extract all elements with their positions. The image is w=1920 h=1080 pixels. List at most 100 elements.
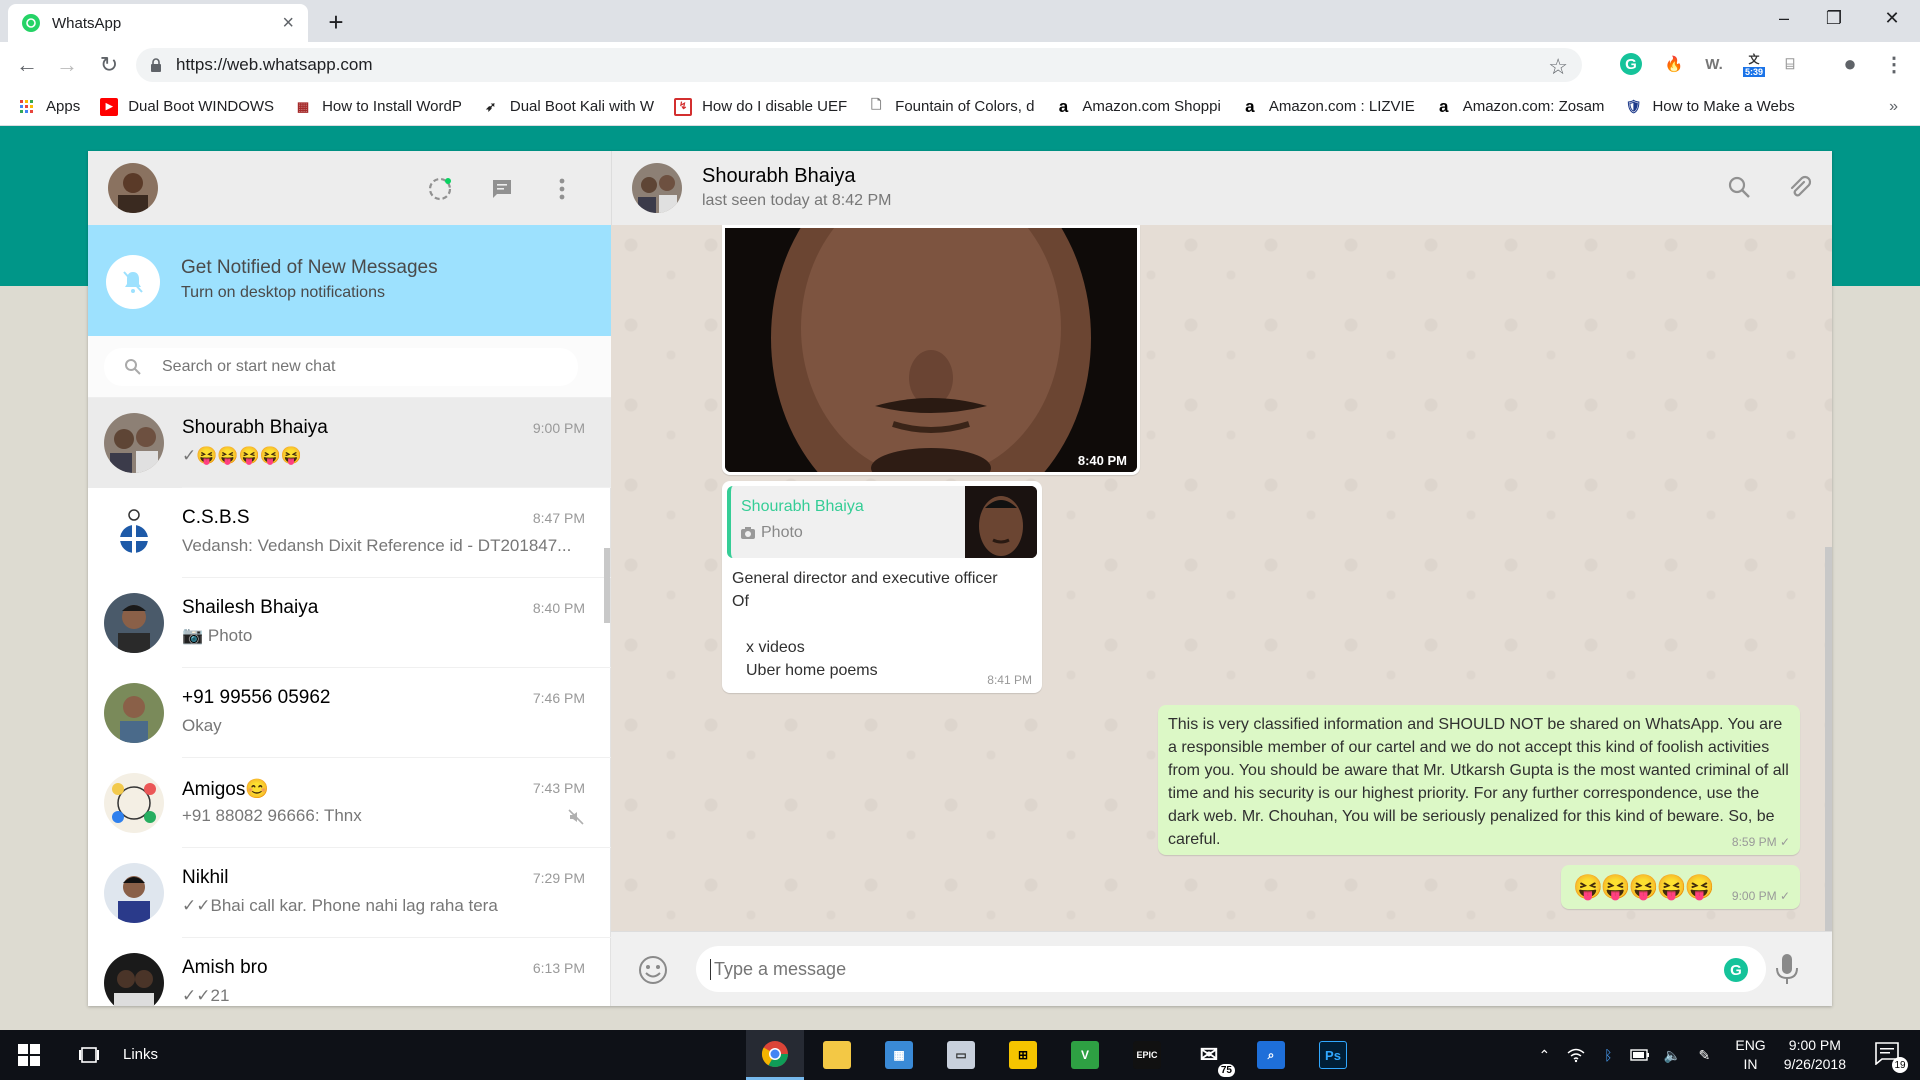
reply-message[interactable]: Shourabh Bhaiya Photo General director a… <box>722 481 1042 693</box>
reload-button[interactable]: ↻ <box>94 50 124 80</box>
chat-item[interactable]: Shailesh Bhaiya 8:40 PM 📷 Photo <box>88 578 611 668</box>
new-chat-icon[interactable] <box>488 175 516 203</box>
bookmark-0[interactable]: Apps <box>18 98 80 116</box>
chrome-menu-icon[interactable]: ⋮ <box>1880 50 1908 78</box>
conversation-scrollbar[interactable] <box>1825 547 1832 931</box>
windows-start-icon[interactable] <box>18 1044 40 1066</box>
chat-time: 7:43 PM <box>532 780 585 796</box>
conversation-header[interactable]: Shourabh Bhaiya last seen today at 8:42 … <box>611 151 1832 225</box>
sidebar-scrollbar[interactable] <box>604 548 610 623</box>
bookmark-2[interactable]: ▦ How to Install WordP <box>294 98 462 116</box>
clock-time: 9:00 PM <box>1788 1037 1841 1053</box>
chat-item[interactable]: Amish bro 6:13 PM ✓✓21 <box>88 938 611 1006</box>
chat-last-message: ✓😝😝😝😝😝 <box>182 446 303 465</box>
wifi-icon[interactable] <box>1563 1047 1589 1063</box>
clock[interactable]: 9:00 PM 9/26/2018 <box>1784 1036 1846 1074</box>
minimize-button[interactable]: – <box>1756 0 1812 36</box>
photos-icon[interactable]: ▭ <box>932 1030 990 1080</box>
tab-title: WhatsApp <box>52 14 122 32</box>
kali-dragon-icon: ➶ <box>485 98 497 114</box>
epic-games-icon[interactable]: EPIC <box>1118 1030 1176 1080</box>
volume-icon[interactable]: 🔈 <box>1659 1047 1685 1064</box>
battery-icon[interactable] <box>1627 1049 1653 1061</box>
fire-extension-icon[interactable]: 🔥 <box>1660 50 1688 78</box>
status-icon[interactable] <box>426 175 454 203</box>
message-input-box[interactable]: G <box>696 946 1766 992</box>
notification-banner[interactable]: Get Notified of New Messages Turn on des… <box>88 225 611 336</box>
reply-text: General director and executive officer O… <box>732 567 1032 682</box>
sidebar: Get Notified of New Messages Turn on des… <box>88 151 611 1006</box>
message-input[interactable] <box>710 958 1690 980</box>
new-tab-button[interactable]: + <box>318 7 354 37</box>
app-yellow-icon[interactable]: ⊞ <box>994 1030 1052 1080</box>
tab-whatsapp[interactable]: WhatsApp × <box>8 4 308 42</box>
links-toolbar[interactable]: Links <box>123 1046 158 1063</box>
chat-item[interactable]: C.S.B.S 8:47 PM Vedansh: Vedansh Dixit R… <box>88 488 611 578</box>
photo-message[interactable]: 8:40 PM <box>722 225 1140 475</box>
bluetooth-icon[interactable]: ᛒ <box>1595 1047 1621 1063</box>
bookmark-4[interactable]: ↯ How do I disable UEF <box>674 97 847 116</box>
tab-close-icon[interactable]: × <box>282 13 294 33</box>
bookmark-8[interactable]: a Amazon.com: Zosam <box>1435 97 1604 116</box>
grammarly-icon[interactable]: G <box>1724 958 1748 982</box>
action-center-icon[interactable]: 19 <box>1874 1041 1908 1073</box>
bookmark-star-icon[interactable]: ☆ <box>1548 54 1568 80</box>
photoshop-icon[interactable]: Ps <box>1304 1030 1362 1080</box>
reader-extension-icon[interactable]: ⌸ <box>1776 50 1804 78</box>
chat-name: C.S.B.S <box>182 507 250 528</box>
search-box[interactable] <box>104 348 578 386</box>
contact-avatar[interactable] <box>632 163 682 213</box>
close-window-button[interactable]: ✕ <box>1864 0 1920 36</box>
bookmark-5[interactable]: 🗋 Fountain of Colors, d <box>867 97 1034 116</box>
chat-item[interactable]: Amigos😊 7:43 PM +91 88082 96666: Thnx <box>88 758 611 848</box>
microphone-icon[interactable] <box>1772 952 1802 986</box>
outgoing-message[interactable]: This is very classified information and … <box>1158 705 1800 855</box>
reply-line: General director and executive officer <box>732 570 998 587</box>
chat-item[interactable]: +91 99556 05962 7:46 PM Okay <box>88 668 611 758</box>
chat-last-message: ✓✓Bhai call kar. Phone nahi lag raha ter… <box>182 896 498 915</box>
address-bar[interactable]: https://web.whatsapp.com ☆ <box>136 48 1582 82</box>
avatar <box>104 413 164 473</box>
forward-button[interactable]: → <box>52 50 82 80</box>
bookmark-1[interactable]: ▶ Dual Boot WINDOWS <box>100 97 274 116</box>
chat-item[interactable]: Nikhil 7:29 PM ✓✓Bhai call kar. Phone na… <box>88 848 611 938</box>
back-button[interactable]: ← <box>12 50 42 80</box>
outgoing-emoji-message[interactable]: 😝😝😝😝😝 9:00 PM ✓ <box>1561 865 1800 909</box>
translate-extension-icon[interactable]: 文 5:39 <box>1740 50 1768 78</box>
chat-last-message: Vedansh: Vedansh Dixit Reference id - DT… <box>182 536 572 555</box>
search-input[interactable] <box>162 358 542 376</box>
pen-icon[interactable]: ✎ <box>1691 1047 1717 1064</box>
language-code: ENG <box>1735 1037 1766 1053</box>
search-icon[interactable] <box>1725 173 1753 201</box>
app-green-icon[interactable]: V <box>1056 1030 1114 1080</box>
chevron-up-icon[interactable]: ⌃ <box>1531 1047 1557 1064</box>
store-icon[interactable]: ▦ <box>870 1030 928 1080</box>
search-app-icon[interactable]: ⌕ <box>1242 1030 1300 1080</box>
language-indicator[interactable]: ENG IN <box>1735 1036 1765 1074</box>
quoted-message[interactable]: Shourabh Bhaiya Photo <box>727 486 1037 558</box>
emoji-icon[interactable] <box>637 954 669 986</box>
chat-item[interactable]: Shourabh Bhaiya 9:00 PM ✓😝😝😝😝😝 <box>88 398 611 488</box>
chrome-taskbar-icon[interactable] <box>746 1030 804 1080</box>
bookmark-7[interactable]: a Amazon.com : LIZVIE <box>1241 96 1415 116</box>
notification-subtitle[interactable]: Turn on desktop notifications <box>181 284 385 302</box>
wappalyzer-extension-icon[interactable]: W. <box>1700 50 1728 78</box>
region-code: IN <box>1743 1056 1758 1072</box>
bookmark-3[interactable]: ➶ Dual Boot Kali with W <box>482 98 654 116</box>
profile-icon[interactable]: ● <box>1836 50 1864 78</box>
bookmark-9[interactable]: 🛡 How to Make a Webs <box>1624 98 1795 116</box>
apps-grid-icon <box>18 98 36 116</box>
attach-icon[interactable] <box>1785 173 1813 201</box>
grammarly-extension-icon[interactable]: G <box>1620 53 1642 75</box>
bookmarks-overflow-icon[interactable]: » <box>1889 98 1898 116</box>
photo-image[interactable]: 8:40 PM <box>725 228 1137 472</box>
file-explorer-icon[interactable] <box>808 1030 866 1080</box>
maximize-button[interactable]: ❐ <box>1806 0 1862 36</box>
amazon-icon: a <box>1245 96 1255 116</box>
chat-name: Shourabh Bhaiya <box>182 417 328 438</box>
mail-icon[interactable]: ✉ 75 <box>1180 1030 1238 1080</box>
task-view-icon[interactable] <box>78 1044 100 1066</box>
menu-icon[interactable] <box>548 175 576 203</box>
bookmark-6[interactable]: a Amazon.com Shoppi <box>1054 97 1221 116</box>
my-avatar[interactable] <box>108 163 158 213</box>
